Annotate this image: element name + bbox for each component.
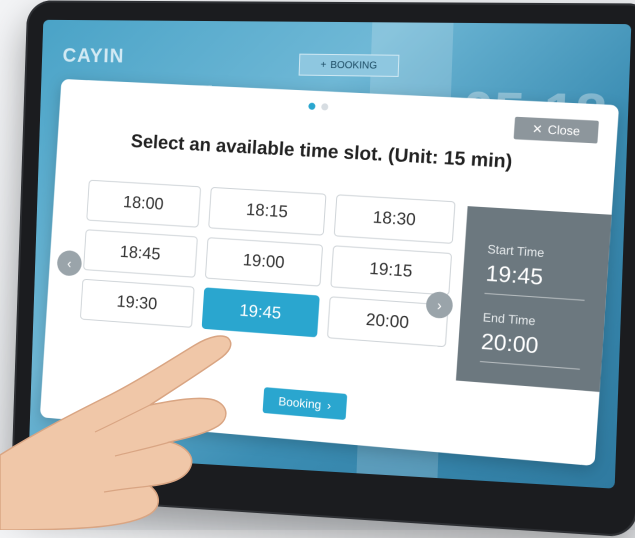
chevron-right-icon: › [327, 398, 332, 412]
end-time-label: End Time [482, 310, 585, 332]
time-slot[interactable]: 18:30 [334, 194, 456, 244]
top-booking-label: BOOKING [330, 59, 377, 71]
time-slot-modal: ✕ Close Select an available time slot. (… [40, 79, 619, 466]
time-slot[interactable]: 18:00 [86, 180, 201, 228]
page-dot-active[interactable] [308, 103, 315, 110]
time-slot[interactable]: 18:15 [208, 187, 326, 236]
booking-label: Booking [278, 394, 322, 412]
plus-icon: + [320, 59, 326, 70]
prev-page-button[interactable]: ‹ [56, 250, 82, 277]
close-button[interactable]: ✕ Close [514, 117, 599, 144]
tablet-device: CAYIN + BOOKING 05:18 ✕ Close Select an … [11, 0, 635, 537]
booking-summary-panel: Start Time 19:45 End Time 20:00 [456, 206, 612, 392]
booking-button[interactable]: Booking › [263, 387, 348, 420]
close-label: Close [547, 122, 580, 138]
time-slot[interactable]: 19:30 [80, 279, 195, 328]
page-dot[interactable] [321, 103, 328, 110]
time-slot-selected[interactable]: 19:45 [202, 287, 320, 337]
close-icon: ✕ [532, 122, 543, 137]
chevron-right-icon: › [436, 297, 442, 314]
chevron-left-icon: ‹ [67, 255, 72, 271]
tablet-screen: CAYIN + BOOKING 05:18 ✕ Close Select an … [29, 20, 632, 489]
time-slot[interactable]: 18:45 [83, 229, 198, 278]
modal-title: Select an available time slot. (Unit: 15… [113, 130, 531, 175]
page-indicator [308, 103, 328, 111]
time-slot[interactable]: 19:15 [330, 245, 452, 295]
start-time-label: Start Time [487, 242, 590, 263]
start-time-value: 19:45 [484, 260, 586, 301]
time-slot-grid: 18:00 18:15 18:30 18:45 19:00 19:15 19:3… [80, 180, 466, 348]
end-time-value: 20:00 [480, 329, 582, 370]
time-slot[interactable]: 19:00 [205, 237, 323, 286]
top-booking-button[interactable]: + BOOKING [299, 54, 400, 77]
brand-logo: CAYIN [62, 45, 124, 68]
